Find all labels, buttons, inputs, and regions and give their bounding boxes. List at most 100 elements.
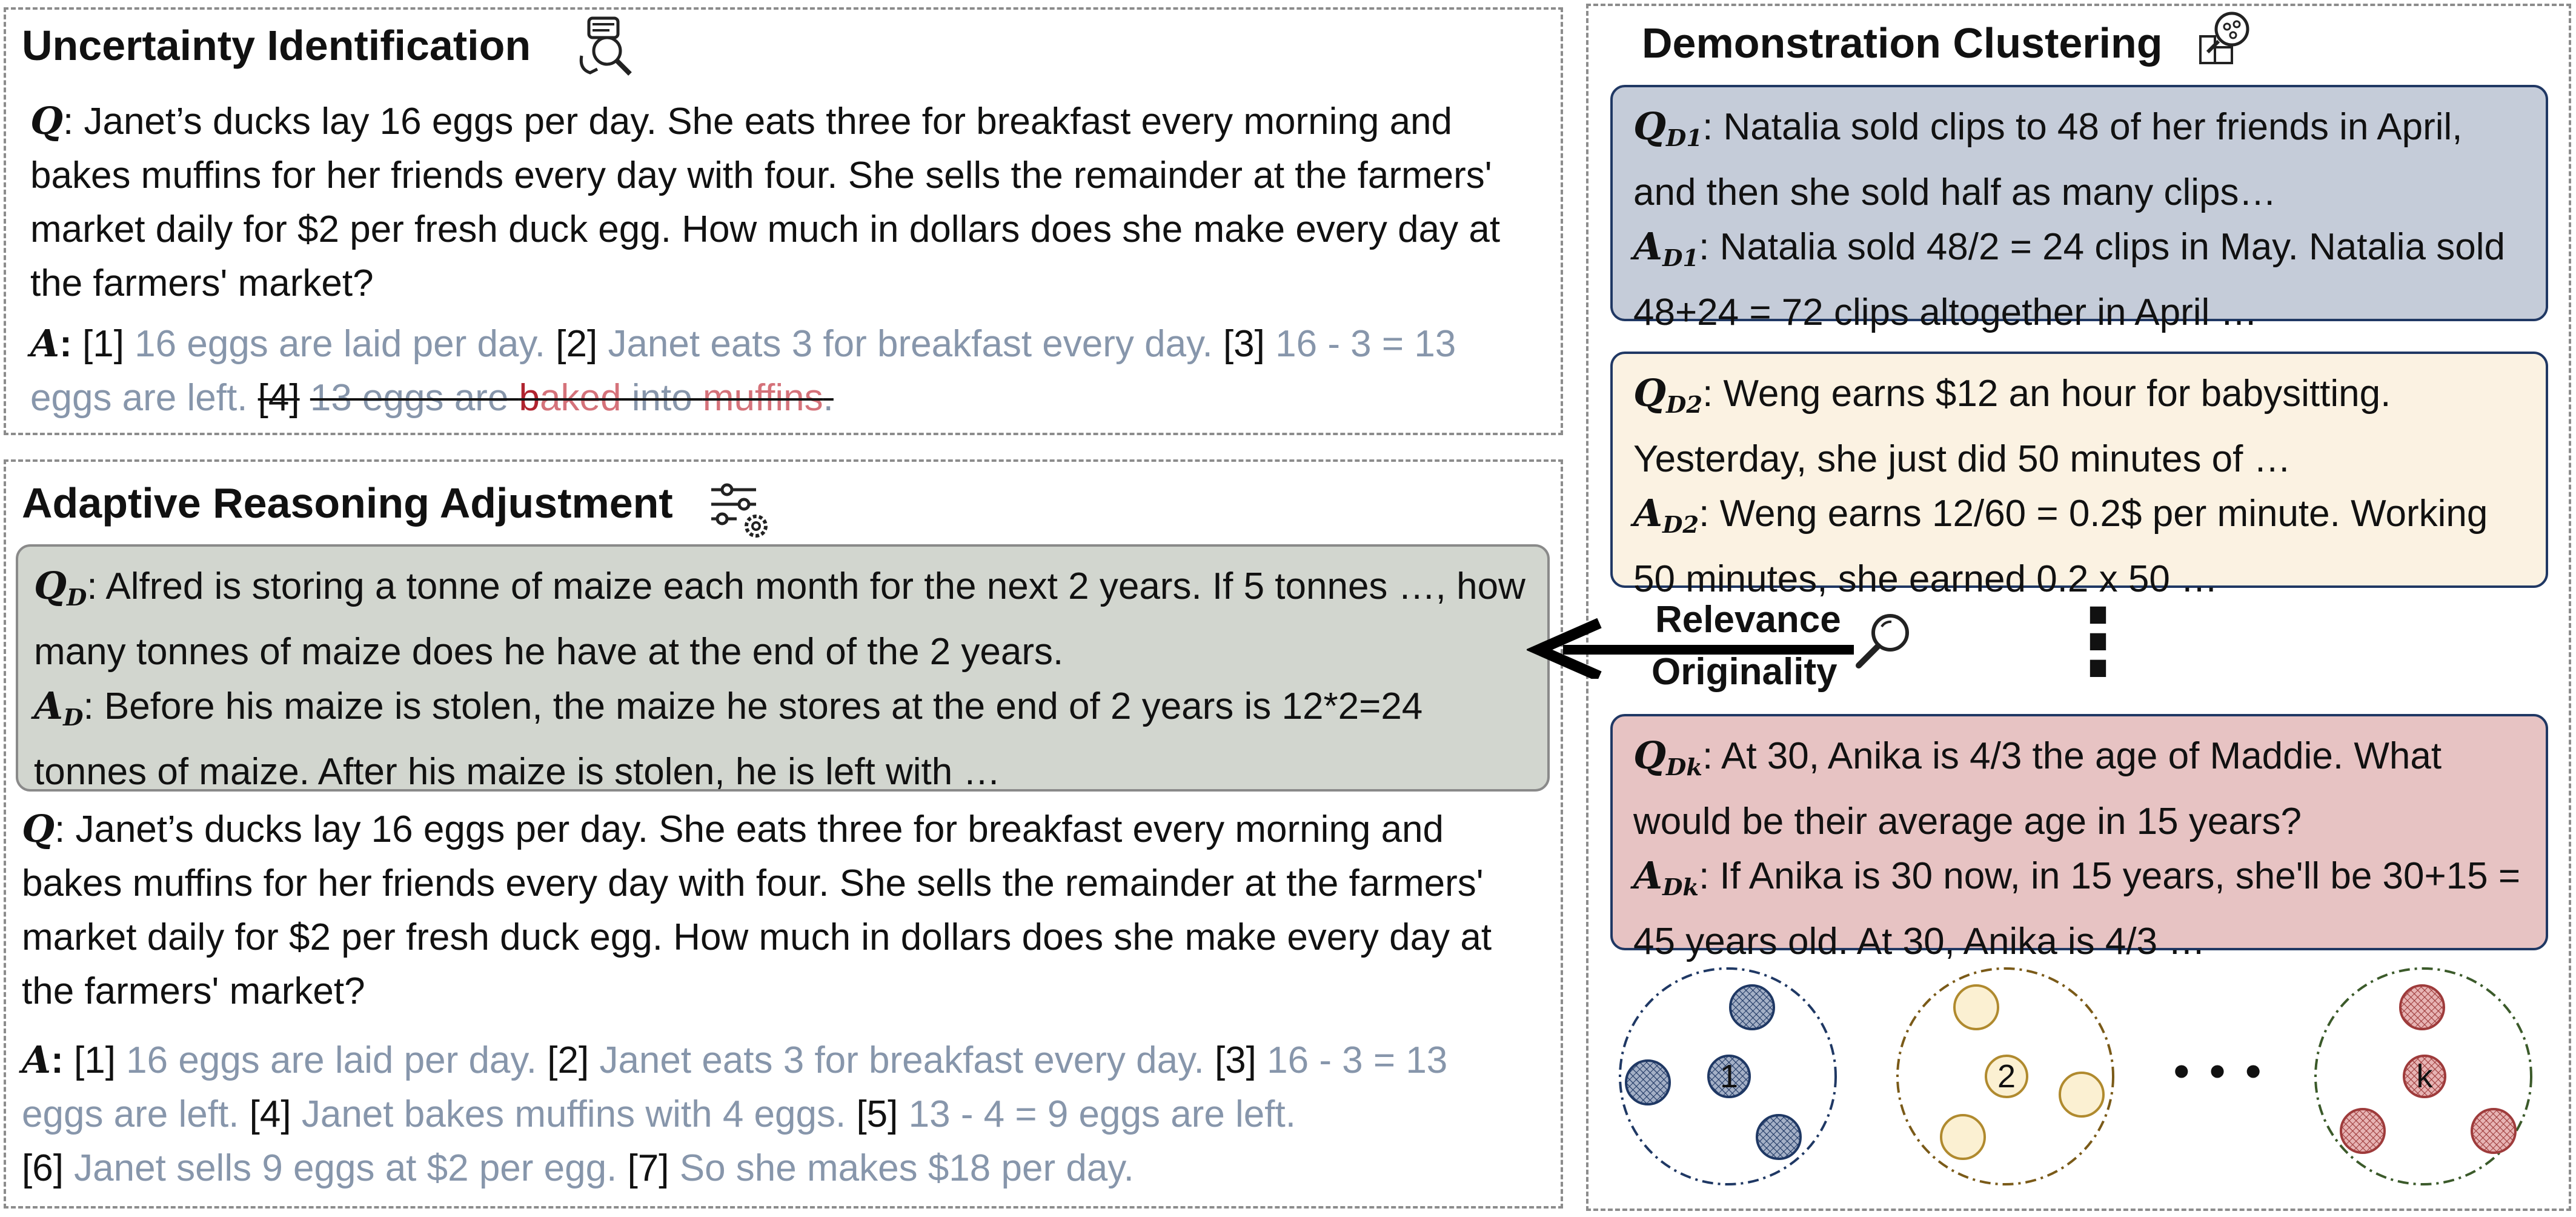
cluster-magnifier-icon xyxy=(2199,12,2249,64)
step-marker: [3] xyxy=(1214,1039,1256,1081)
demo-answer-text: : Weng earns 12/60 = 0.2$ per minute. Wo… xyxy=(1633,492,2488,600)
cluster-point xyxy=(2399,984,2445,1030)
struck-fragment: b xyxy=(519,377,540,419)
cluster-point xyxy=(1940,1114,1986,1160)
magnifier-hand-icon xyxy=(579,16,632,76)
demo-answer-text: : Before his maize is stolen, the maize … xyxy=(34,685,1423,793)
demo-answer: AD1: Natalia sold 48/2 = 24 clips in May… xyxy=(1633,219,2532,339)
demo-card-d1: QD1: Natalia sold clips to 48 of her fri… xyxy=(1610,85,2548,333)
demo-question: QD: Alfred is storing a tonne of maize e… xyxy=(34,559,1534,679)
step-text: 13 - 4 = 9 eggs are left. xyxy=(908,1093,1296,1135)
demo-answer-symbol: AD2 xyxy=(1633,490,1699,539)
step-marker: [1] xyxy=(74,1039,116,1081)
originality-label: Originality xyxy=(1651,651,1837,693)
symbol-letter: Q xyxy=(34,564,67,608)
symbol-letter: A xyxy=(34,683,64,728)
struck-fragment: aked xyxy=(540,377,622,419)
cluster-point xyxy=(1729,984,1775,1030)
step-text: Janet bakes muffins with 4 eggs. xyxy=(301,1093,846,1135)
sliders-gear-icon xyxy=(711,483,768,538)
struck-fragment: . xyxy=(823,377,834,419)
struck-step-text: 13 eggs are baked into muffins. xyxy=(310,377,834,419)
demo-answer-symbol: ADk xyxy=(1633,853,1699,901)
uncertainty-answer: A: [1] 16 eggs are laid per day. [2] Jan… xyxy=(30,316,1545,425)
struck-fragment: 13 eggs are xyxy=(310,377,519,419)
demo-question-symbol: QD1 xyxy=(1633,104,1702,152)
demo-answer-symbol: AD1 xyxy=(1633,224,1699,272)
question-symbol: Q xyxy=(30,99,64,143)
cluster-point xyxy=(1756,1114,1802,1160)
demo-answer: AD: Before his maize is stolen, the maiz… xyxy=(34,679,1534,799)
step-text: 16 eggs are laid per day. xyxy=(134,323,546,365)
step-text: So she makes $18 per day. xyxy=(679,1147,1134,1189)
symbol-subscript: D2 xyxy=(1662,511,1699,539)
step-marker: [3] xyxy=(1223,323,1265,365)
symbol-subscript: D2 xyxy=(1666,391,1703,419)
struck-fragment: into xyxy=(621,377,703,419)
answer-sep: : xyxy=(51,1039,64,1081)
demo-question-text: : Natalia sold clips to 48 of her friend… xyxy=(1633,106,2463,213)
cluster-k: k xyxy=(2314,967,2532,1185)
cluster-point xyxy=(1953,984,1999,1030)
demo-answer: ADk: If Anika is 30 now, in 15 years, sh… xyxy=(1633,849,2532,969)
uncertain-step: [4] 13 eggs are baked into muffins. xyxy=(258,377,834,419)
question-symbol: Q xyxy=(22,807,55,851)
vertical-ellipsis: ⋮ xyxy=(2053,590,2143,695)
step-marker: [4] xyxy=(257,377,300,419)
demo-answer-text: : Natalia sold 48/2 = 24 clips in May. N… xyxy=(1633,225,2505,333)
demo-question-text: : Weng earns $12 an hour for babysitting… xyxy=(1633,373,2391,480)
demo-question: QD1: Natalia sold clips to 48 of her fri… xyxy=(1633,99,2532,219)
step-marker: [7] xyxy=(627,1147,669,1189)
clustering-title: Demonstration Clustering xyxy=(1642,19,2163,67)
step-text: Janet eats 3 for breakfast every day. xyxy=(608,323,1213,365)
symbol-letter: Q xyxy=(1633,371,1667,415)
symbol-subscript: D xyxy=(63,704,84,732)
cluster-point xyxy=(2059,1072,2105,1118)
uncertainty-title: Uncertainty Identification xyxy=(22,22,531,69)
adaptive-title: Adaptive Reasoning Adjustment xyxy=(22,479,673,527)
question-text: : Janet’s ducks lay 16 eggs per day. She… xyxy=(22,809,1492,1012)
struck-fragment: muffins xyxy=(702,377,823,419)
answer-symbol: A xyxy=(22,1038,51,1082)
adaptive-answer: A: [1] 16 eggs are laid per day. [2] Jan… xyxy=(22,1033,1530,1195)
cluster-diagram: 1 2 • • • k xyxy=(1619,967,2532,1185)
cluster-point xyxy=(2340,1108,2386,1154)
symbol-subscript: Dk xyxy=(1666,753,1702,781)
step-text: Janet sells 9 eggs at $2 per egg. xyxy=(74,1147,617,1189)
cluster-label: k xyxy=(2417,1058,2434,1095)
step-text: Janet eats 3 for breakfast every day. xyxy=(599,1039,1204,1081)
symbol-letter: A xyxy=(1633,490,1663,535)
answer-sep: : xyxy=(59,323,72,365)
selected-demonstration: QD: Alfred is storing a tonne of maize e… xyxy=(16,544,1550,793)
cluster-label: 1 xyxy=(1720,1058,1738,1095)
cluster-point xyxy=(2471,1108,2517,1154)
demo-question-symbol: QD xyxy=(34,564,87,612)
step-text: 16 eggs are laid per day. xyxy=(126,1039,537,1081)
question-text: : Janet’s ducks lay 16 eggs per day. She… xyxy=(30,101,1501,304)
symbol-letter: Q xyxy=(1633,104,1667,148)
demo-question-symbol: QDk xyxy=(1633,733,1702,781)
cluster-point xyxy=(1625,1059,1671,1105)
demo-answer-text: : If Anika is 30 now, in 15 years, she'l… xyxy=(1633,855,2521,962)
demo-question: QDk: At 30, Anika is 4/3 the age of Madd… xyxy=(1633,729,2532,849)
horizontal-ellipsis: • • • xyxy=(2170,1052,2265,1094)
symbol-subscript: D xyxy=(67,584,87,612)
symbol-letter: A xyxy=(1633,224,1663,268)
symbol-subscript: Dk xyxy=(1662,873,1699,901)
magnifier-icon xyxy=(1856,614,1909,669)
relevance-label: Relevance xyxy=(1655,599,1841,641)
symbol-subscript: D1 xyxy=(1666,124,1703,152)
step-marker: [1] xyxy=(82,323,124,365)
demo-answer: AD2: Weng earns 12/60 = 0.2$ per minute.… xyxy=(1633,486,2532,606)
demo-question-text: : Alfred is storing a tonne of maize eac… xyxy=(34,565,1525,673)
uncertainty-question: Q: Janet’s ducks lay 16 eggs per day. Sh… xyxy=(30,94,1545,310)
demo-card-dk: QDk: At 30, Anika is 4/3 the age of Madd… xyxy=(1610,714,2548,962)
adaptive-question: Q: Janet’s ducks lay 16 eggs per day. Sh… xyxy=(22,802,1530,1018)
symbol-subscript: D1 xyxy=(1662,244,1699,272)
step-marker: [4] xyxy=(249,1093,291,1135)
demo-card-d2: QD2: Weng earns $12 an hour for babysitt… xyxy=(1610,352,2548,600)
cluster-2: 2 xyxy=(1896,967,2114,1185)
step-marker: [6] xyxy=(22,1147,64,1189)
cluster-label: 2 xyxy=(1997,1058,2016,1095)
symbol-letter: A xyxy=(1633,853,1663,898)
